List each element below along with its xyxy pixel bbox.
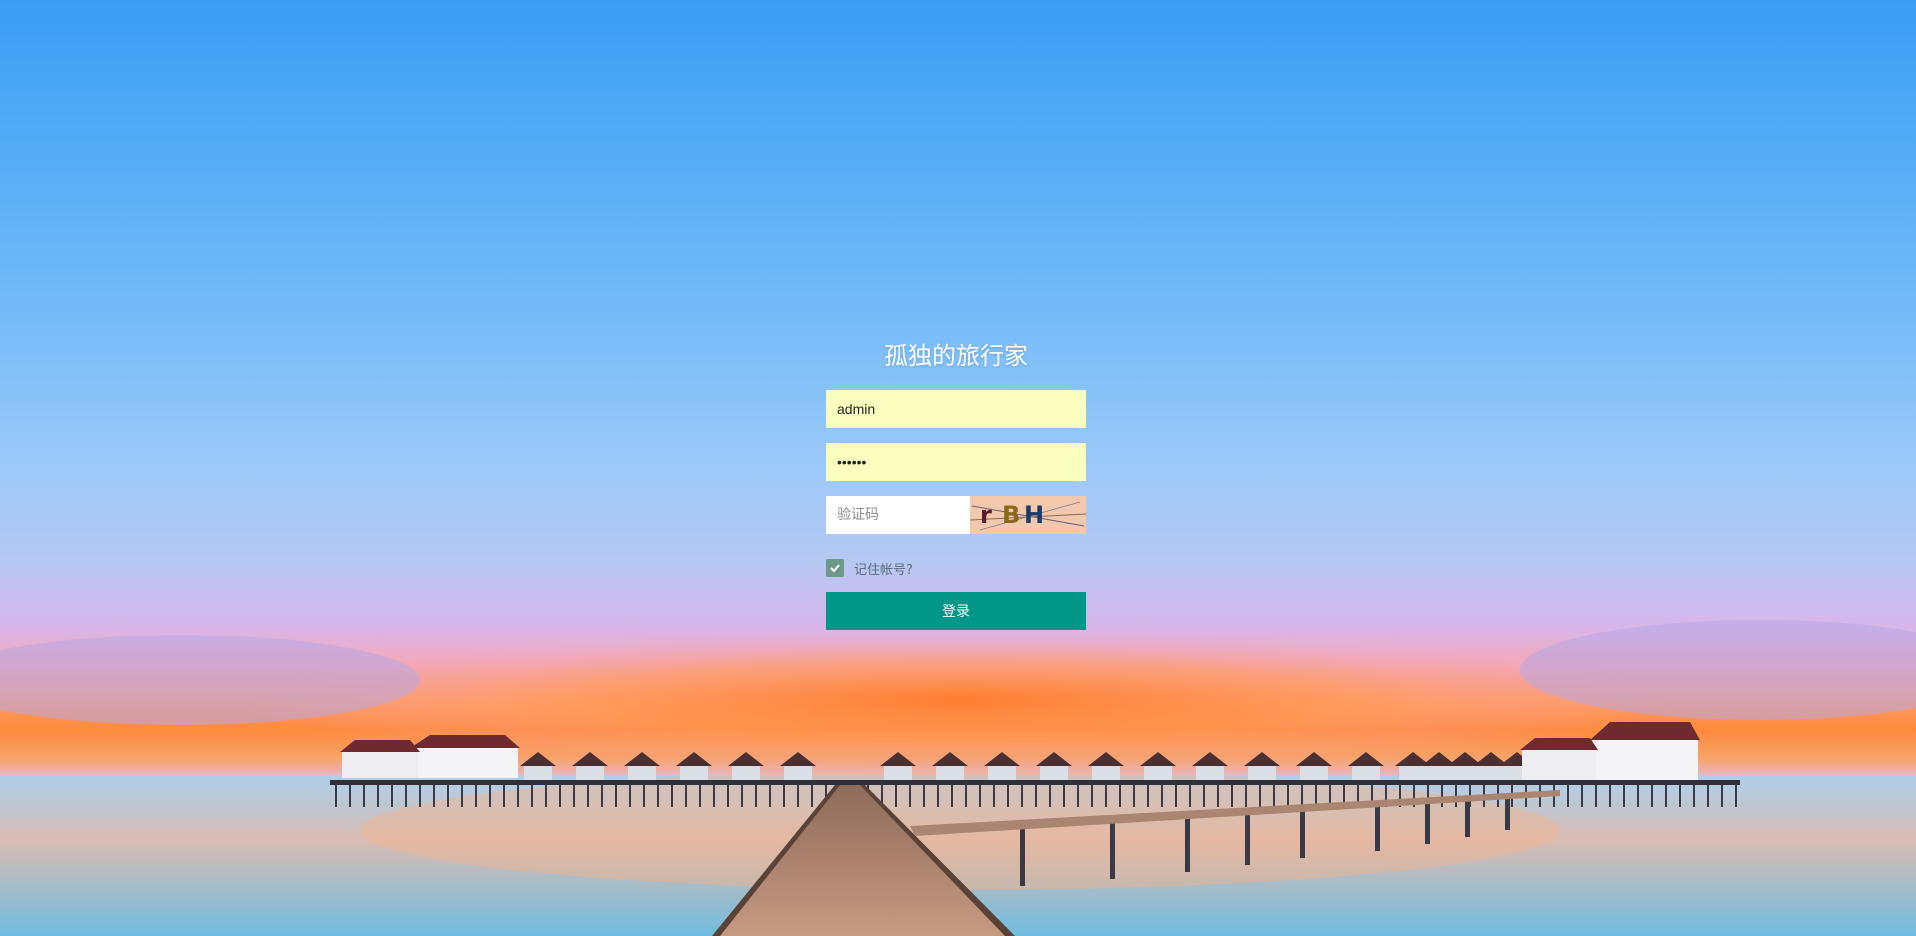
check-icon [830,564,840,573]
captcha-input[interactable] [826,496,970,534]
captcha-graphic: rBH [970,496,1086,534]
username-input[interactable] [826,390,1086,428]
captcha-row: rBH [826,496,1086,534]
remember-account: 记住帐号? [826,558,1086,578]
remember-label: 记住帐号? [854,562,913,578]
remember-checkbox[interactable] [826,559,844,577]
password-input[interactable] [826,443,1086,481]
login-button[interactable]: 登录 [826,592,1086,630]
login-form: 孤独的旅行家 rBH 记住帐号? 登录 [826,338,1086,630]
captcha-characters: rBH [980,501,1044,529]
captcha-image[interactable]: rBH [970,496,1086,534]
login-title: 孤独的旅行家 [884,342,1028,370]
